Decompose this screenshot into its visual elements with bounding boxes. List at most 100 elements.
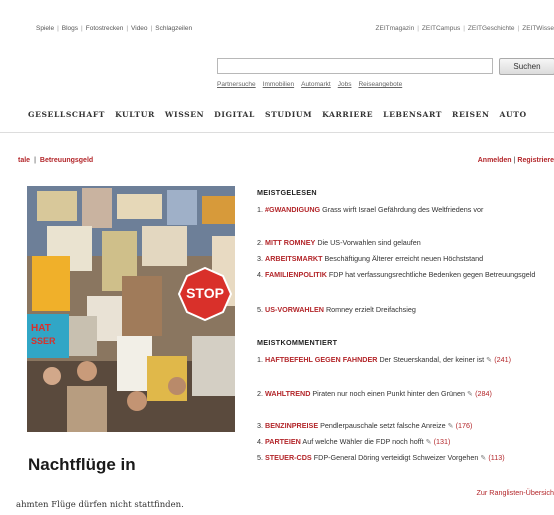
comment-icon: ✎	[480, 453, 487, 462]
separator: |	[34, 157, 36, 164]
brandlink-zeitwissen[interactable]: ZEITWisse	[522, 25, 554, 32]
item-title: Piraten nur noch einen Punkt hinter den …	[312, 389, 466, 398]
separator: |	[126, 25, 129, 32]
comment-icon: ✎	[447, 421, 454, 430]
item-number: 5.	[257, 453, 263, 462]
brandlink-zeitgeschichte[interactable]: ZEITGeschichte	[468, 25, 515, 32]
item-title: Beschäftigung Älterer erreicht neuen Höc…	[324, 254, 484, 263]
nav-lebensart[interactable]: LEBENSART	[383, 110, 442, 119]
brandlink-zeitcampus[interactable]: ZEITCampus	[422, 25, 460, 32]
item-keyword: Arbeitsmarkt	[265, 254, 323, 263]
separator: |	[513, 157, 516, 164]
rankings-overview-link[interactable]: Zur Ranglisten-Übersich	[477, 488, 554, 497]
list-item[interactable]: 3. Benzinpreise Pendlerpauschale setzt f…	[257, 420, 554, 431]
list-item[interactable]: 4. Parteien Auf welche Wähler die FDP no…	[257, 436, 554, 447]
item-number: 5.	[257, 305, 263, 314]
nav-studium[interactable]: STUDIUM	[265, 110, 312, 119]
sign-text: HAT	[31, 323, 51, 334]
item-title: Pendlerpauschale setzt falsche Anreize	[320, 421, 446, 430]
separator: |	[517, 25, 520, 32]
item-number: 1.	[257, 355, 263, 364]
separator: |	[81, 25, 83, 32]
separator: |	[463, 25, 465, 32]
separator: |	[150, 25, 153, 32]
item-keyword: US-Vorwahlen	[265, 305, 324, 314]
nav-wissen[interactable]: WISSEN	[165, 110, 204, 119]
item-number: 4.	[257, 270, 263, 279]
login-link[interactable]: Anmelden	[478, 157, 512, 164]
separator: |	[57, 25, 59, 32]
main-nav: GESELLSCHAFT KULTUR WISSEN DIGITAL STUDIUM KA…	[28, 110, 537, 119]
item-number: 3.	[257, 421, 263, 430]
article-headline[interactable]: Nachtflüge in	[28, 455, 136, 475]
register-link[interactable]: Registriere	[517, 157, 554, 164]
comment-icon: ✎	[486, 355, 493, 364]
search-input[interactable]	[217, 58, 493, 74]
breadcrumb-item[interactable]: tale	[18, 157, 30, 164]
list-item[interactable]: 1. Haftbefehl gegen Fahnder Der Steuersk…	[257, 354, 554, 365]
item-keyword: Familienpolitik	[265, 270, 327, 279]
item-keyword: Steuer-CDs	[265, 453, 312, 462]
item-keyword: Wahltrend	[265, 389, 311, 398]
most-read-title: MEISTGELESEN	[257, 188, 317, 197]
toplink-spiele[interactable]: Spiele	[36, 25, 54, 32]
breadcrumb-item[interactable]: Betreuungsgeld	[40, 157, 93, 164]
nav-divider	[0, 132, 554, 133]
item-keyword: Mitt Romney	[265, 238, 316, 247]
stop-sign-text: STOP	[186, 285, 224, 301]
item-number: 1.	[257, 205, 263, 214]
item-title: Der Steuerskandal, der keiner ist	[379, 355, 485, 364]
top-links-bar: Spiele | Blogs | Fotostrecken | Video | Schlagze…	[36, 25, 192, 32]
search-button[interactable]: Suchen	[499, 58, 554, 75]
item-keyword: Benzinpreise	[265, 421, 319, 430]
nav-karriere[interactable]: KARRIERE	[322, 110, 373, 119]
item-keyword: Parteien	[265, 437, 301, 446]
list-item[interactable]: 1. #Gwandigung Grass wirft Israel Gefähr…	[257, 204, 554, 215]
comment-count: (284)	[475, 389, 492, 398]
separator: |	[417, 25, 419, 32]
item-title: Romney erzielt Dreifachsieg	[325, 305, 416, 314]
item-number: 2.	[257, 389, 263, 398]
link-reiseangebote[interactable]: Reiseangebote	[358, 81, 402, 88]
comment-icon: ✎	[467, 389, 474, 398]
nav-auto[interactable]: AUTO	[500, 110, 527, 119]
list-item[interactable]: 2. Wahltrend Piraten nur noch einen Punk…	[257, 388, 554, 399]
list-item[interactable]: 3. Arbeitsmarkt Beschäftigung Älterer er…	[257, 253, 554, 264]
brand-links-bar: ZEITmagazin | ZEITCampus | ZEITGeschichte | ZE…	[376, 25, 554, 32]
most-commented-title: MEISTKOMMENTIERT	[257, 338, 338, 347]
list-item[interactable]: 4. Familienpolitik FDP hat verfassungsre…	[257, 269, 554, 280]
list-item[interactable]: 5. US-Vorwahlen Romney erzielt Dreifachs…	[257, 304, 554, 315]
item-keyword: Haftbefehl gegen Fahnder	[265, 355, 378, 364]
comment-count: (176)	[455, 421, 473, 430]
nav-gesellschaft[interactable]: GESELLSCHAFT	[28, 110, 105, 119]
breadcrumb: tale | Betreuungsgeld	[18, 157, 93, 164]
item-keyword: #Gwandigung	[265, 205, 321, 214]
nav-reisen[interactable]: REISEN	[452, 110, 489, 119]
item-number: 4.	[257, 437, 263, 446]
item-title: FDP-General Döring verteidigt Schweizer …	[313, 453, 479, 462]
article-teaser: ahmten Flüge dürfen nicht stattfinden.	[16, 500, 184, 510]
item-title: Auf welche Wähler die FDP noch hofft	[302, 437, 424, 446]
protest-crowd-image: STOP HAT SSER	[27, 186, 235, 432]
account-links: Anmelden | Registriere	[478, 157, 554, 164]
item-number: 3.	[257, 254, 263, 263]
list-item[interactable]: 2. Mitt Romney Die US-Vorwahlen sind gel…	[257, 237, 554, 248]
sign-text: SSER	[31, 336, 56, 346]
link-immobilien[interactable]: Immobilien	[263, 81, 294, 88]
toplink-schlagzeilen[interactable]: Schlagzeilen	[155, 25, 192, 32]
toplink-blogs[interactable]: Blogs	[62, 25, 78, 32]
list-item[interactable]: 5. Steuer-CDs FDP-General Döring verteid…	[257, 452, 554, 463]
article-photo[interactable]: STOP HAT SSER	[27, 186, 235, 432]
item-title: Grass wirft Israel Gefährdung des Weltfr…	[322, 205, 484, 214]
nav-digital[interactable]: DIGITAL	[214, 110, 255, 119]
item-title: FDP hat verfassungsrechtliche Bedenken g…	[328, 270, 536, 279]
link-jobs[interactable]: Jobs	[338, 81, 352, 88]
nav-kultur[interactable]: KULTUR	[115, 110, 155, 119]
brandlink-zeitmagazin[interactable]: ZEITmagazin	[376, 25, 415, 32]
comment-count: (241)	[494, 355, 511, 364]
item-number: 2.	[257, 238, 263, 247]
toplink-video[interactable]: Video	[131, 25, 148, 32]
link-automarkt[interactable]: Automarkt	[301, 81, 331, 88]
toplink-fotostrecken[interactable]: Fotostrecken	[86, 25, 124, 32]
link-partnersuche[interactable]: Partnersuche	[217, 81, 256, 88]
